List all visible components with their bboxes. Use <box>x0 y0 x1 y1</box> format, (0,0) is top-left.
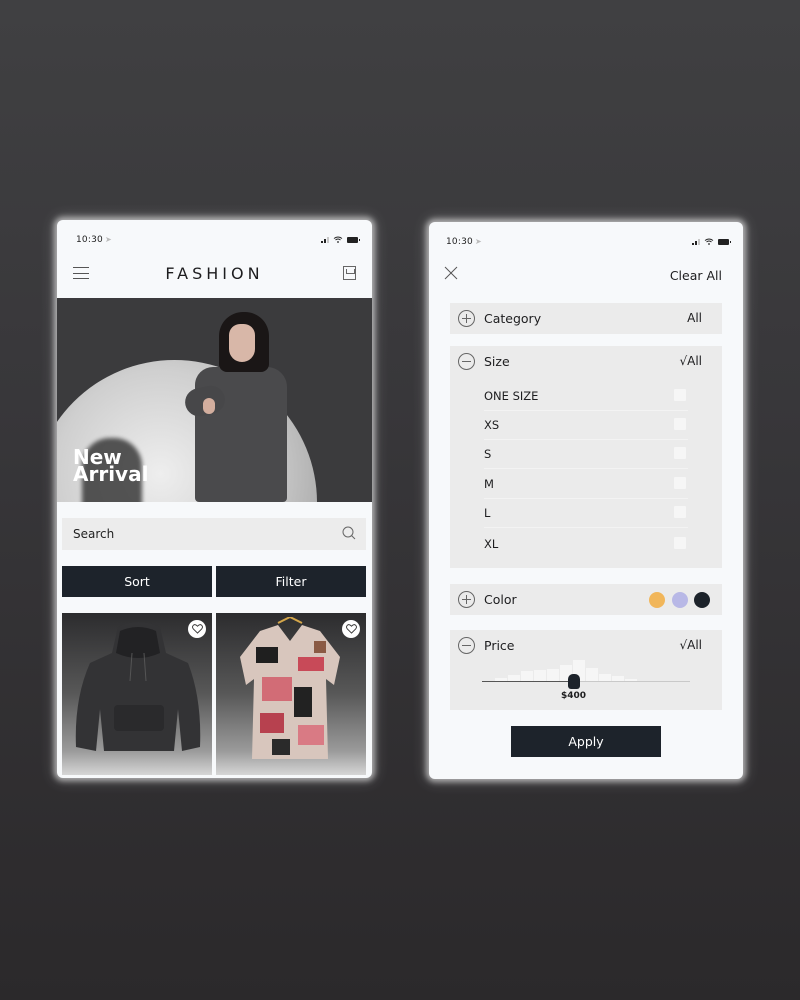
location-arrow-icon: ➤ <box>105 235 112 244</box>
price-slider-thumb[interactable] <box>567 674 580 689</box>
shopping-bag-icon[interactable] <box>343 266 356 280</box>
price-value-label: $400 <box>560 691 587 701</box>
product-card[interactable] <box>216 613 366 775</box>
expand-plus-icon <box>458 310 475 327</box>
search-icon[interactable] <box>342 526 356 540</box>
filter-screen: 10:30 ➤ Clear All Category All Size √All… <box>429 222 743 779</box>
filter-label: Color <box>484 592 517 607</box>
filter-price: Price √All $400 <box>450 630 722 710</box>
size-checkbox[interactable] <box>674 447 686 459</box>
size-checkbox[interactable] <box>674 506 686 518</box>
filter-value: √All <box>679 638 702 652</box>
battery-icon <box>347 236 360 243</box>
status-bar: 10:30 ➤ <box>429 222 743 260</box>
battery-icon <box>718 238 731 245</box>
filter-button[interactable]: Filter <box>216 566 366 597</box>
filter-size-header[interactable]: Size √All <box>450 346 722 377</box>
search-input[interactable]: Search <box>62 518 366 550</box>
size-option[interactable]: XS <box>484 411 688 440</box>
collapse-minus-icon <box>458 637 475 654</box>
histogram-bar <box>586 667 598 682</box>
status-icons <box>692 238 731 245</box>
color-swatch-black[interactable] <box>694 592 710 608</box>
shop-home-screen: 10:30 ➤ FASHION New Arrival Search Sort … <box>57 220 372 778</box>
size-option-label: M <box>484 477 494 491</box>
filter-price-header[interactable]: Price √All <box>450 630 722 661</box>
size-option-label: XL <box>484 537 499 551</box>
heart-icon <box>345 624 357 634</box>
status-bar: 10:30 ➤ <box>57 220 372 258</box>
size-checkbox[interactable] <box>674 537 686 549</box>
sort-button[interactable]: Sort <box>62 566 212 597</box>
size-option[interactable]: S <box>484 440 688 469</box>
size-option-label: ONE SIZE <box>484 389 539 403</box>
filter-size: Size √All ONE SIZE XS S M L XL <box>450 346 722 568</box>
search-placeholder: Search <box>73 527 115 541</box>
wifi-icon <box>704 238 714 245</box>
hero-title-line2: Arrival <box>73 462 149 486</box>
size-checkbox[interactable] <box>674 389 686 401</box>
signal-icon <box>321 236 329 243</box>
filter-label: Size <box>484 354 510 369</box>
status-icons <box>321 236 360 243</box>
filter-label: Price <box>484 638 515 653</box>
hoodie-image <box>75 622 201 751</box>
filter-category-header[interactable]: Category All <box>450 303 722 334</box>
favorite-button[interactable] <box>342 620 360 638</box>
heart-icon <box>191 624 203 634</box>
hero-banner[interactable]: New Arrival <box>57 298 372 502</box>
size-checkbox[interactable] <box>674 418 686 430</box>
expand-plus-icon <box>458 591 475 608</box>
hero-title: New Arrival <box>73 447 149 486</box>
apply-button[interactable]: Apply <box>511 726 661 757</box>
favorite-button[interactable] <box>188 620 206 638</box>
size-checkbox[interactable] <box>674 477 686 489</box>
hero-model-image <box>182 312 295 502</box>
filter-value: √All <box>679 354 702 368</box>
filter-category: Category All <box>450 303 722 334</box>
close-icon[interactable] <box>444 266 458 280</box>
wifi-icon <box>333 236 343 243</box>
color-swatch-yellow[interactable] <box>649 592 665 608</box>
color-swatch-lavender[interactable] <box>672 592 688 608</box>
filter-color: Color <box>450 584 722 615</box>
size-option[interactable]: L <box>484 499 688 528</box>
signal-icon <box>692 238 700 245</box>
size-option[interactable]: XL <box>484 530 688 559</box>
size-option-label: XS <box>484 418 500 432</box>
collapse-minus-icon <box>458 353 475 370</box>
location-arrow-icon: ➤ <box>475 237 482 246</box>
status-time: 10:30 <box>76 235 103 245</box>
size-option-label: L <box>484 506 491 520</box>
price-histogram <box>482 658 690 682</box>
filter-label: Category <box>484 311 542 326</box>
clear-all-button[interactable]: Clear All <box>670 268 722 283</box>
size-option[interactable]: ONE SIZE <box>484 382 688 411</box>
size-option[interactable]: M <box>484 470 688 499</box>
filter-value: All <box>687 311 702 325</box>
product-card[interactable] <box>62 613 212 775</box>
brand-title: FASHION <box>165 264 264 283</box>
printed-shirt-image <box>240 617 340 759</box>
price-slider-fill <box>482 681 574 682</box>
size-option-label: S <box>484 447 492 461</box>
status-time: 10:30 <box>446 237 473 247</box>
